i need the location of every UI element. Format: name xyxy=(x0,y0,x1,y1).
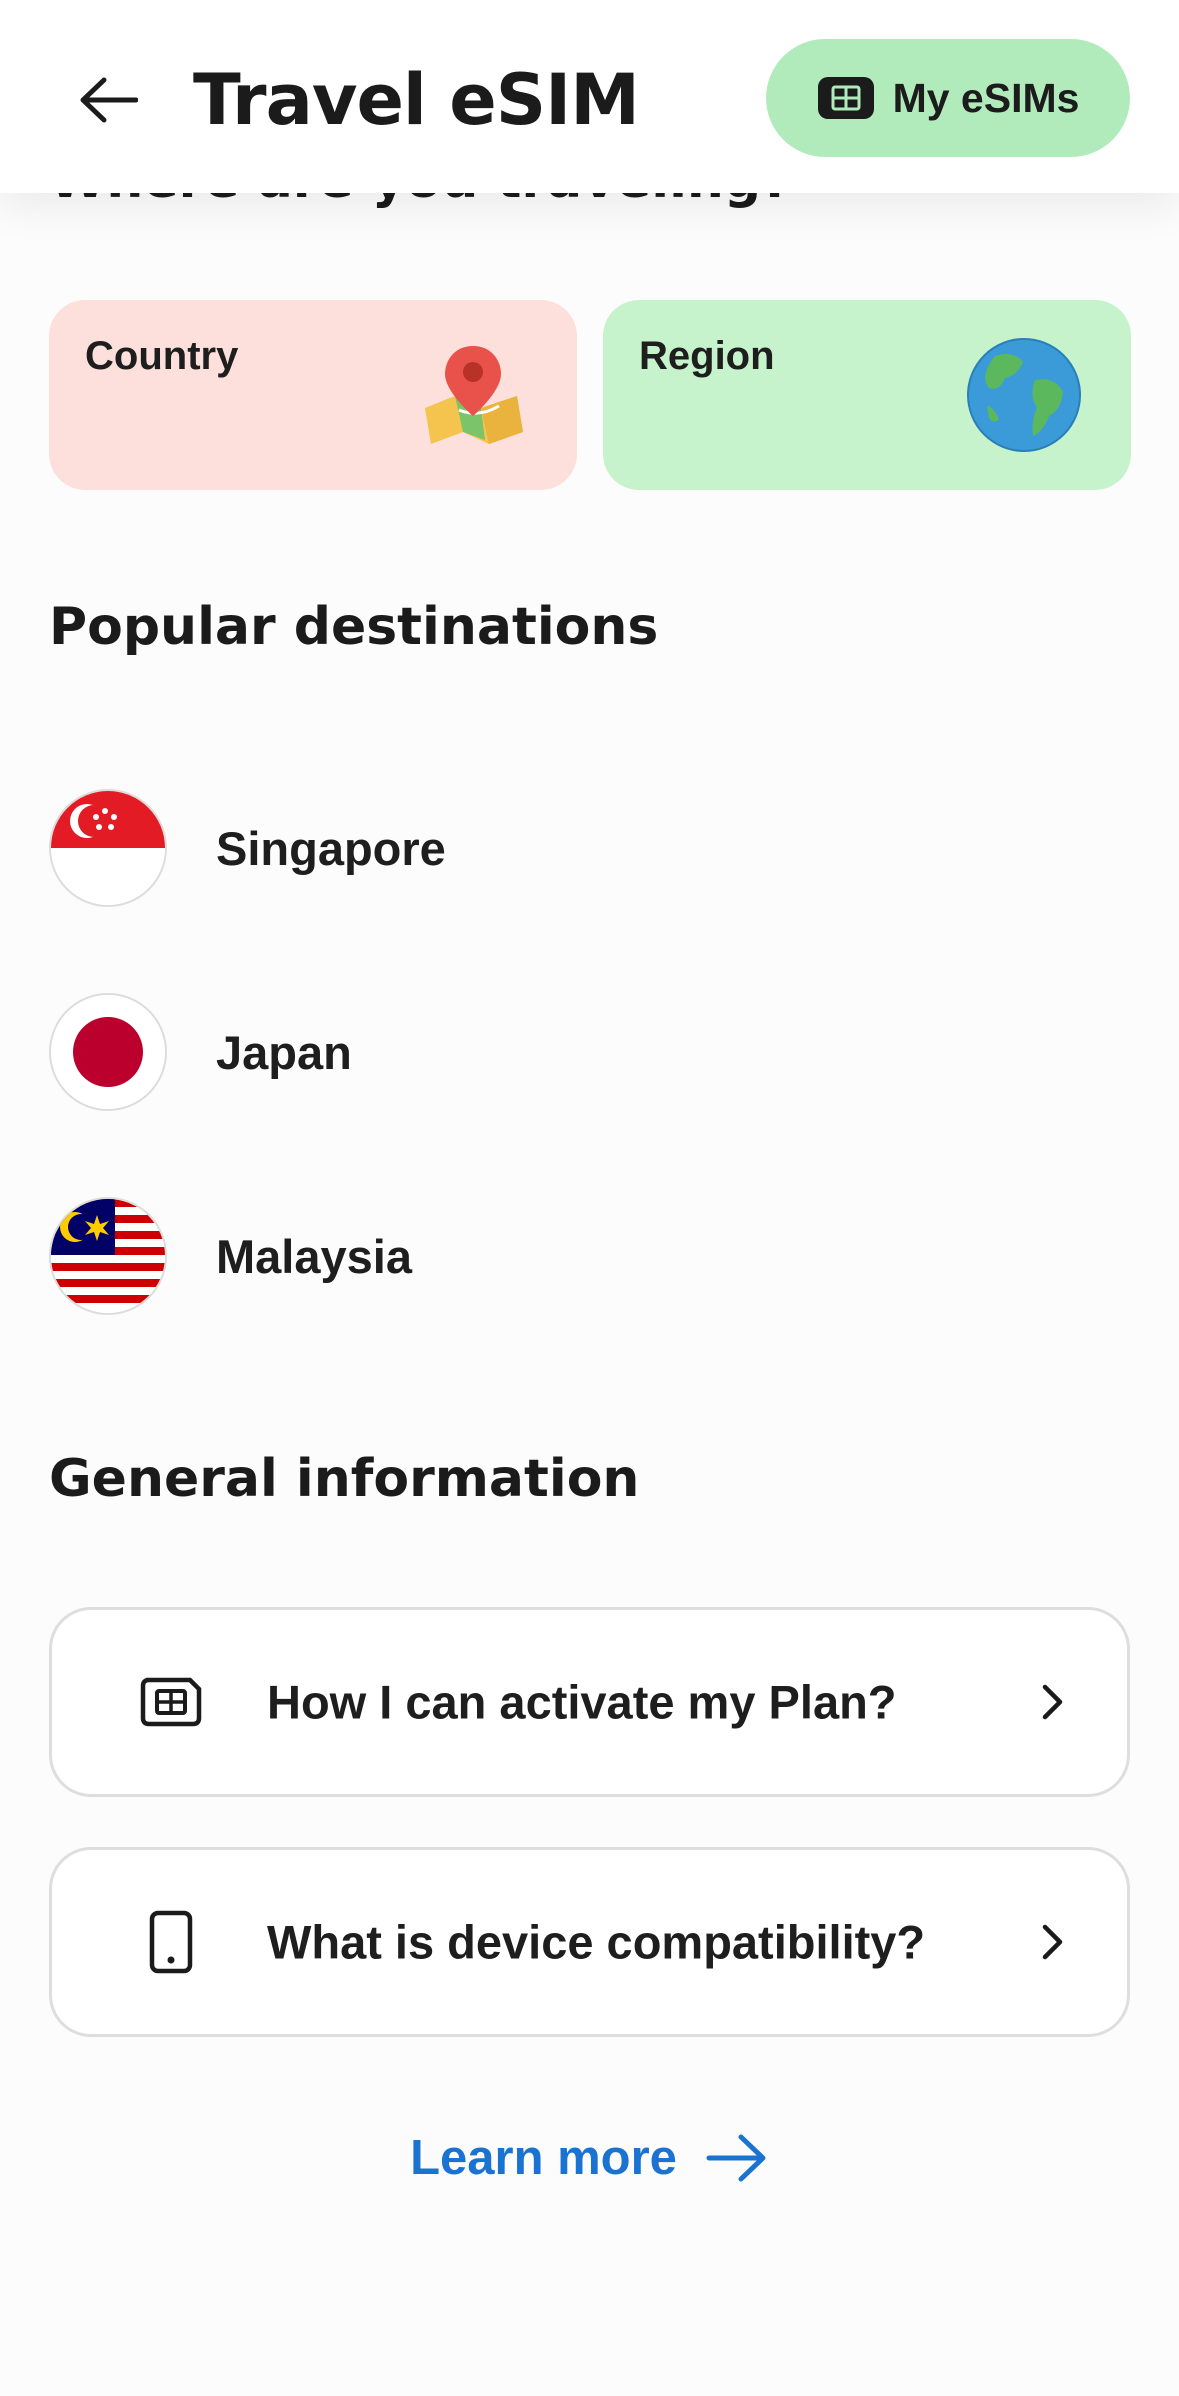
destination-row-malaysia[interactable]: Malaysia xyxy=(49,1196,1130,1316)
sim-card-icon xyxy=(138,1669,204,1735)
page-title: Travel eSIM xyxy=(193,59,640,141)
back-button[interactable] xyxy=(66,58,150,142)
device-compatibility-card[interactable]: What is device compatibility? xyxy=(49,1847,1130,2037)
malaysia-flag-icon xyxy=(49,1197,167,1315)
japan-flag-icon xyxy=(49,993,167,1111)
my-esims-button[interactable]: My eSIMs xyxy=(766,39,1130,157)
country-card[interactable]: Country xyxy=(49,300,577,490)
singapore-flag-icon xyxy=(49,789,167,907)
info-card-label: What is device compatibility? xyxy=(267,1915,926,1969)
destination-name: Singapore xyxy=(216,821,446,875)
sim-card-icon xyxy=(817,77,874,119)
destination-name: Malaysia xyxy=(216,1229,412,1283)
arrow-right-icon xyxy=(706,2134,766,2182)
region-card-label: Region xyxy=(639,334,775,378)
destination-row-singapore[interactable]: Singapore xyxy=(49,788,1130,908)
info-card-label: How I can activate my Plan? xyxy=(267,1675,897,1729)
general-information-title: General information xyxy=(49,1449,640,1509)
popular-destinations-title: Popular destinations xyxy=(49,597,659,657)
destination-row-japan[interactable]: Japan xyxy=(49,992,1130,1112)
chevron-right-icon xyxy=(1033,1682,1073,1722)
activate-plan-card[interactable]: How I can activate my Plan? xyxy=(49,1607,1130,1797)
my-esims-label: My eSIMs xyxy=(892,74,1080,121)
globe-icon xyxy=(967,338,1081,452)
arrow-left-icon xyxy=(80,77,138,123)
region-card[interactable]: Region xyxy=(603,300,1131,490)
learn-more-link[interactable]: Learn more xyxy=(0,2118,1179,2198)
learn-more-label: Learn more xyxy=(410,2131,677,2185)
destination-name: Japan xyxy=(216,1025,352,1079)
map-pin-icon xyxy=(425,346,523,444)
app-header: Travel eSIM My eSIMs xyxy=(0,0,1179,193)
country-card-label: Country xyxy=(85,334,239,378)
chevron-right-icon xyxy=(1033,1922,1073,1962)
smartphone-icon xyxy=(138,1909,204,1975)
